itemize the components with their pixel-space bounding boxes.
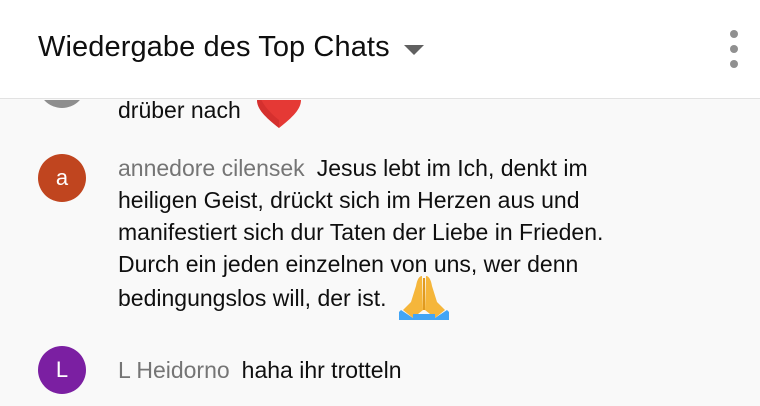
message-body: annedore cilensek Jesus lebt im Ich, denk… (118, 152, 718, 320)
message-text-line: bedingungslos will, der ist. (118, 285, 387, 312)
chat-header: Wiedergabe des Top Chats (0, 0, 760, 99)
message-text-line: Jesus lebt im Ich, denkt im (316, 155, 588, 181)
more-vert-icon-dot (730, 45, 738, 53)
message-text: drüber nach (118, 100, 241, 124)
more-vert-icon (730, 30, 738, 38)
avatar: L (38, 346, 86, 394)
author-name[interactable]: annedore cilensek (118, 155, 305, 181)
chat-mode-label: Wiedergabe des Top Chats (38, 31, 390, 63)
message-body: drüber nach (118, 100, 718, 130)
message-text-line: manifestiert sich dur Taten der Liebe in… (118, 219, 604, 245)
red-heart-icon (257, 100, 302, 128)
more-vert-icon-dot (730, 60, 738, 68)
message-text-line: heiligen Geist, drückt sich im Herzen au… (118, 187, 580, 213)
caret-down-icon (403, 44, 424, 55)
folded-hands-icon (398, 276, 449, 320)
chat-message: a annedore cilensek Jesus lebt im Ich, de… (0, 152, 760, 332)
more-options-button[interactable] (724, 30, 744, 68)
message-body: L Heidorno haha ihr trotteln (118, 354, 718, 386)
avatar-letter: a (55, 165, 69, 190)
chat-message: drüber nach (0, 100, 760, 140)
chat-mode-dropdown[interactable]: Wiedergabe des Top Chats (38, 31, 424, 64)
avatar (38, 100, 86, 108)
message-text-line: Durch ein jeden einzelnen von uns, wer d… (118, 251, 579, 277)
message-text: haha ihr trotteln (241, 357, 402, 383)
chat-message-list[interactable]: drüber nach a annedore cilensek Jesus leb… (0, 100, 760, 406)
avatar-letter: L (55, 357, 69, 382)
avatar: a (38, 154, 86, 202)
author-name[interactable]: L Heidorno (118, 357, 230, 383)
chat-message: L L Heidorno haha ihr trotteln (0, 346, 760, 402)
